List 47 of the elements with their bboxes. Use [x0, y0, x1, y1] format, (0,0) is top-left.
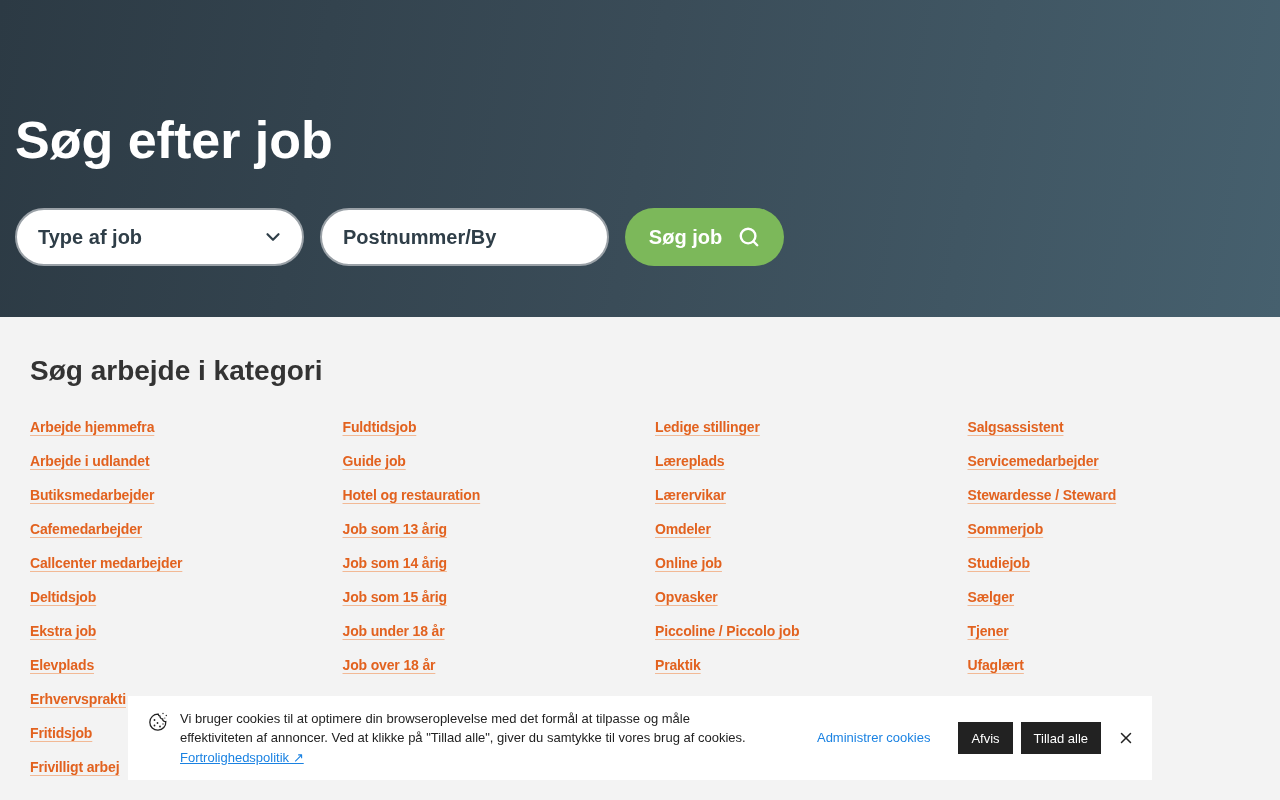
category-link[interactable]: Servicemedarbejder: [967, 452, 1099, 470]
category-link[interactable]: Sommerjob: [967, 520, 1044, 538]
category-link[interactable]: Hotel og restauration: [342, 486, 481, 504]
category-link[interactable]: Deltidsjob: [30, 588, 97, 606]
category-link[interactable]: Sælger: [967, 588, 1015, 606]
category-link[interactable]: Job som 13 årig: [342, 520, 447, 538]
category-link[interactable]: Frivilligt arbej: [30, 758, 120, 776]
category-link[interactable]: Job over 18 år: [342, 656, 436, 674]
category-link[interactable]: Piccoline / Piccolo job: [655, 622, 800, 640]
category-link[interactable]: Guide job: [342, 452, 406, 470]
category-link[interactable]: Læreplads: [655, 452, 725, 470]
category-link[interactable]: Studiejob: [967, 554, 1030, 572]
cookie-button[interactable]: Tillad alle: [1020, 722, 1101, 754]
location-field[interactable]: Postnummer/By: [320, 208, 609, 266]
category-link[interactable]: Callcenter medarbejder: [30, 554, 183, 572]
category-link[interactable]: Lærervikar: [655, 486, 726, 504]
category-link[interactable]: Opvasker: [655, 588, 718, 606]
category-link[interactable]: Fuldtidsjob: [342, 418, 417, 436]
category-link[interactable]: Arbejde hjemmefra: [30, 418, 155, 436]
search-button[interactable]: Søg job: [625, 208, 784, 266]
cookie-icon: [148, 712, 168, 732]
category-link[interactable]: Stewardesse / Steward: [967, 486, 1117, 504]
category-link[interactable]: Fritidsjob: [30, 724, 93, 742]
category-link[interactable]: Online job: [655, 554, 722, 572]
category-link[interactable]: Arbejde i udlandet: [30, 452, 150, 470]
category-link[interactable]: Job som 15 årig: [342, 588, 447, 606]
category-link[interactable]: Ufaglært: [967, 656, 1024, 674]
category-link[interactable]: Salgsassistent: [967, 418, 1064, 436]
manage-cookies-link[interactable]: Administrer cookies: [816, 729, 931, 747]
category-link[interactable]: Erhvervsprakti: [30, 690, 126, 708]
category-link[interactable]: Elevplads: [30, 656, 94, 674]
job-type-select[interactable]: Type af job: [15, 208, 304, 266]
category-link[interactable]: Tjener: [967, 622, 1009, 640]
search-icon: [738, 226, 761, 248]
category-link[interactable]: Omdeler: [655, 520, 711, 538]
category-link[interactable]: Cafemedarbejder: [30, 520, 143, 538]
category-link[interactable]: Ledige stillinger: [655, 418, 760, 436]
privacy-policy-link[interactable]: Fortrolighedspolitik ↗: [180, 747, 304, 768]
category-link[interactable]: Job som 14 årig: [342, 554, 447, 572]
cookie-message: Vi bruger cookies til at optimere din browseroplevelse med det formål at tilpasse og måle effektiviteten af annoncer. Ved at klikke på "Tillad alle", giver du samtykke til vores brug af cookies.: [180, 709, 747, 748]
category-link[interactable]: Butiksmedarbejder: [30, 486, 155, 504]
category-link[interactable]: Praktik: [655, 656, 701, 674]
cookie-button[interactable]: Afvis: [958, 722, 1013, 754]
category-link[interactable]: Job under 18 år: [342, 622, 445, 640]
page-title: Søg efter job: [15, 110, 333, 170]
category-link[interactable]: Ekstra job: [30, 622, 97, 640]
section-heading: Søg arbejde i kategori: [30, 354, 323, 388]
